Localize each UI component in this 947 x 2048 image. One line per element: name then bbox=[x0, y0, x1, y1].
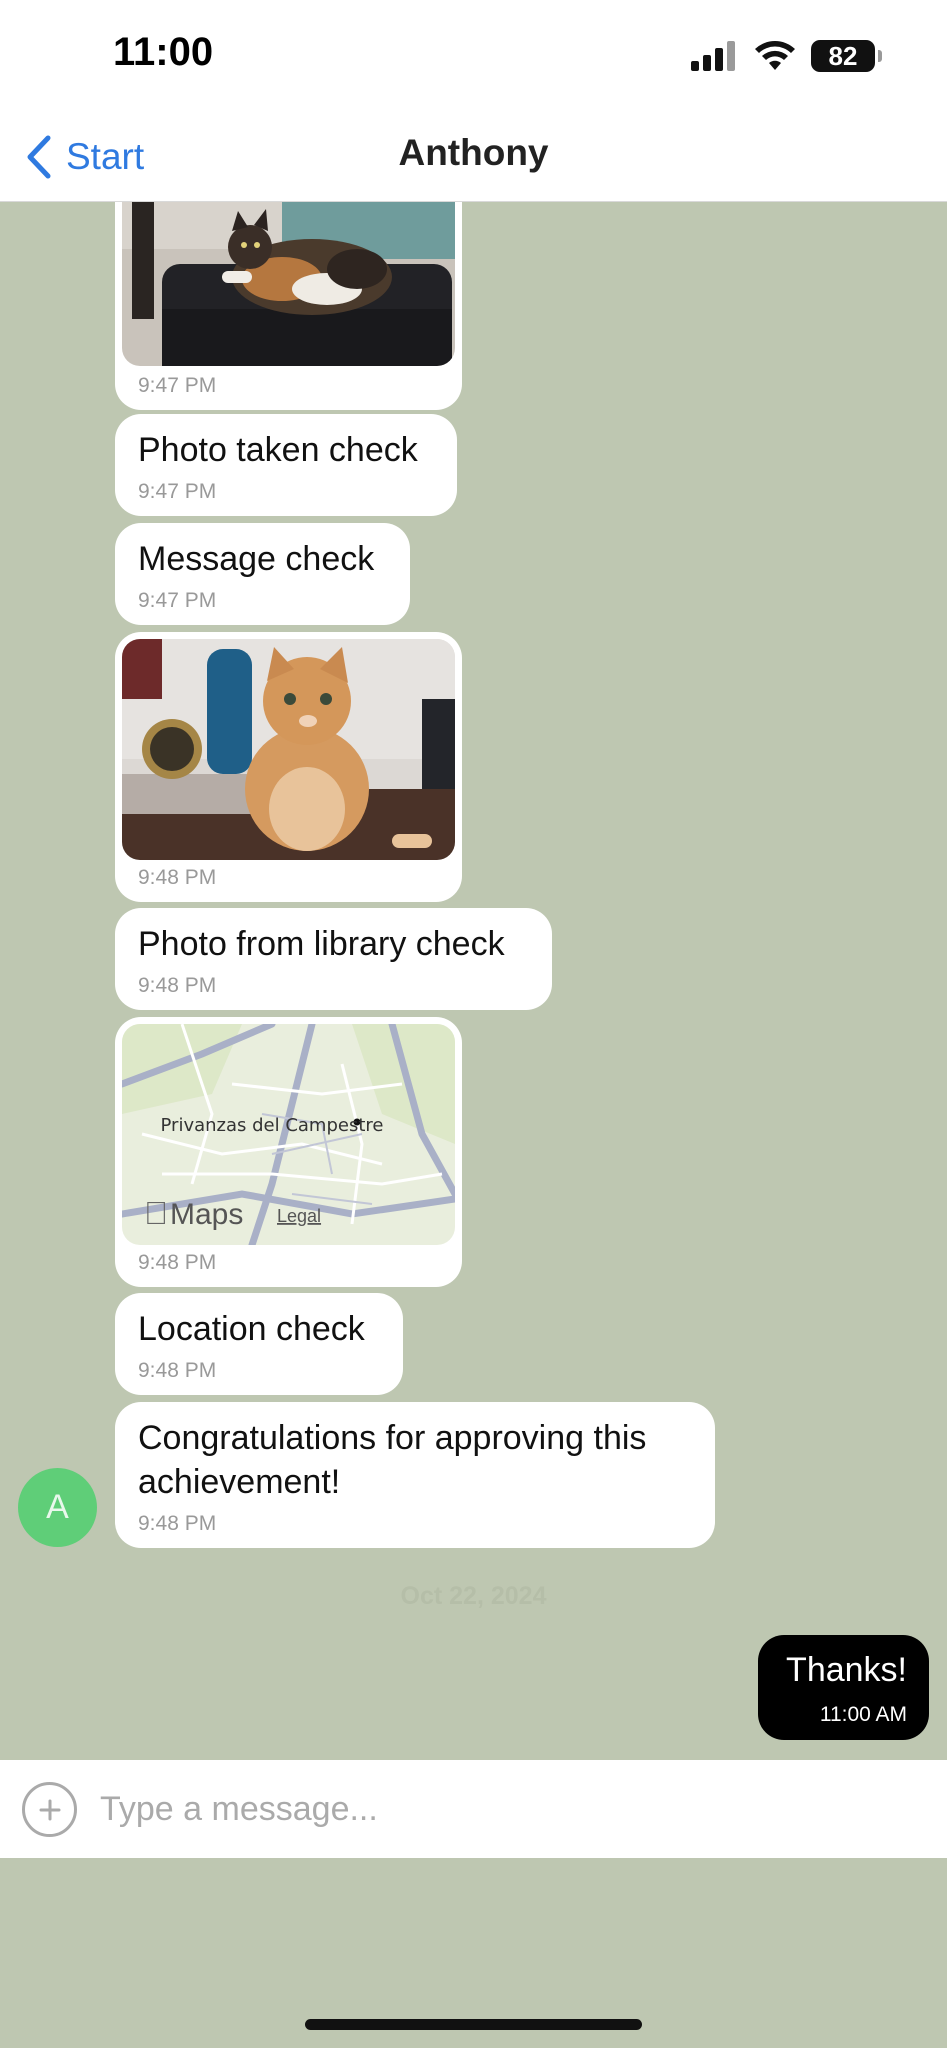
message-time: 9:47 PM bbox=[138, 589, 217, 612]
sent-message-time: 11:00 AM bbox=[819, 1703, 907, 1726]
avatar[interactable]: A bbox=[18, 1468, 97, 1547]
message-text: Congratulations for approving this achie… bbox=[138, 1419, 647, 1501]
message-input[interactable] bbox=[100, 1774, 920, 1844]
message-time: 9:47 PM bbox=[138, 374, 217, 397]
sent-message-bubble[interactable]: Thanks! 11:00 AM bbox=[758, 1635, 929, 1740]
message-bubble[interactable]: Message check 9:47 PM bbox=[115, 523, 410, 625]
status-icons: 82 bbox=[689, 38, 882, 74]
message-time: 9:48 PM bbox=[138, 1251, 217, 1274]
nav-bar: Anthony Start bbox=[0, 112, 947, 202]
wifi-icon bbox=[755, 41, 795, 70]
map-legal-link[interactable]: Legal bbox=[277, 1206, 321, 1226]
back-button[interactable]: Start bbox=[26, 130, 144, 184]
message-composer bbox=[0, 1760, 947, 1858]
message-text: Photo from library check bbox=[138, 925, 505, 963]
attach-button[interactable] bbox=[22, 1782, 77, 1837]
message-bubble[interactable]: Photo from library check 9:48 PM bbox=[115, 908, 552, 1010]
map-place-label: Privanzas del Campestre bbox=[161, 1115, 384, 1136]
cat-photo[interactable] bbox=[122, 202, 455, 366]
home-indicator[interactable] bbox=[305, 2019, 642, 2030]
battery-icon: 82 bbox=[811, 40, 882, 72]
message-time: 9:48 PM bbox=[138, 1512, 217, 1535]
status-bar: 11:00 82 bbox=[0, 0, 947, 112]
signal-icon bbox=[691, 41, 735, 71]
message-text: Message check bbox=[138, 540, 375, 578]
message-text: Photo taken check bbox=[138, 431, 418, 469]
chevron-left-icon bbox=[27, 135, 51, 179]
message-time: 9:48 PM bbox=[138, 866, 217, 889]
message-photo[interactable]: 9:48 PM bbox=[115, 632, 462, 902]
message-time: 9:48 PM bbox=[138, 1359, 217, 1382]
message-map[interactable]: Privanzas del Campestre  Maps Legal 9:4… bbox=[115, 1017, 462, 1287]
maps-brand: Maps bbox=[170, 1198, 243, 1231]
message-bubble[interactable]: Photo taken check 9:47 PM bbox=[115, 414, 457, 516]
location-map[interactable]: Privanzas del Campestre  Maps Legal bbox=[122, 1024, 455, 1245]
message-text: Location check bbox=[138, 1310, 365, 1348]
battery-level: 82 bbox=[828, 40, 858, 71]
sent-message-text: Thanks! bbox=[786, 1651, 907, 1689]
plus-icon bbox=[39, 1799, 60, 1820]
message-photo[interactable]: 9:47 PM bbox=[115, 202, 462, 410]
message-bubble[interactable]: Congratulations for approving this achie… bbox=[115, 1402, 715, 1548]
status-time: 11:00 bbox=[113, 30, 214, 74]
svg-text::  bbox=[144, 1195, 168, 1231]
message-bubble[interactable]: Location check 9:48 PM bbox=[115, 1293, 403, 1395]
cat-photo[interactable] bbox=[122, 639, 455, 860]
message-time: 9:48 PM bbox=[138, 974, 217, 997]
message-time: 9:47 PM bbox=[138, 480, 217, 503]
back-label: Start bbox=[66, 136, 145, 177]
date-separator: Oct 22, 2024 bbox=[400, 1582, 547, 1610]
chat-area[interactable]: 9:47 PM Photo taken check 9:47 PM Messag… bbox=[0, 202, 947, 1760]
